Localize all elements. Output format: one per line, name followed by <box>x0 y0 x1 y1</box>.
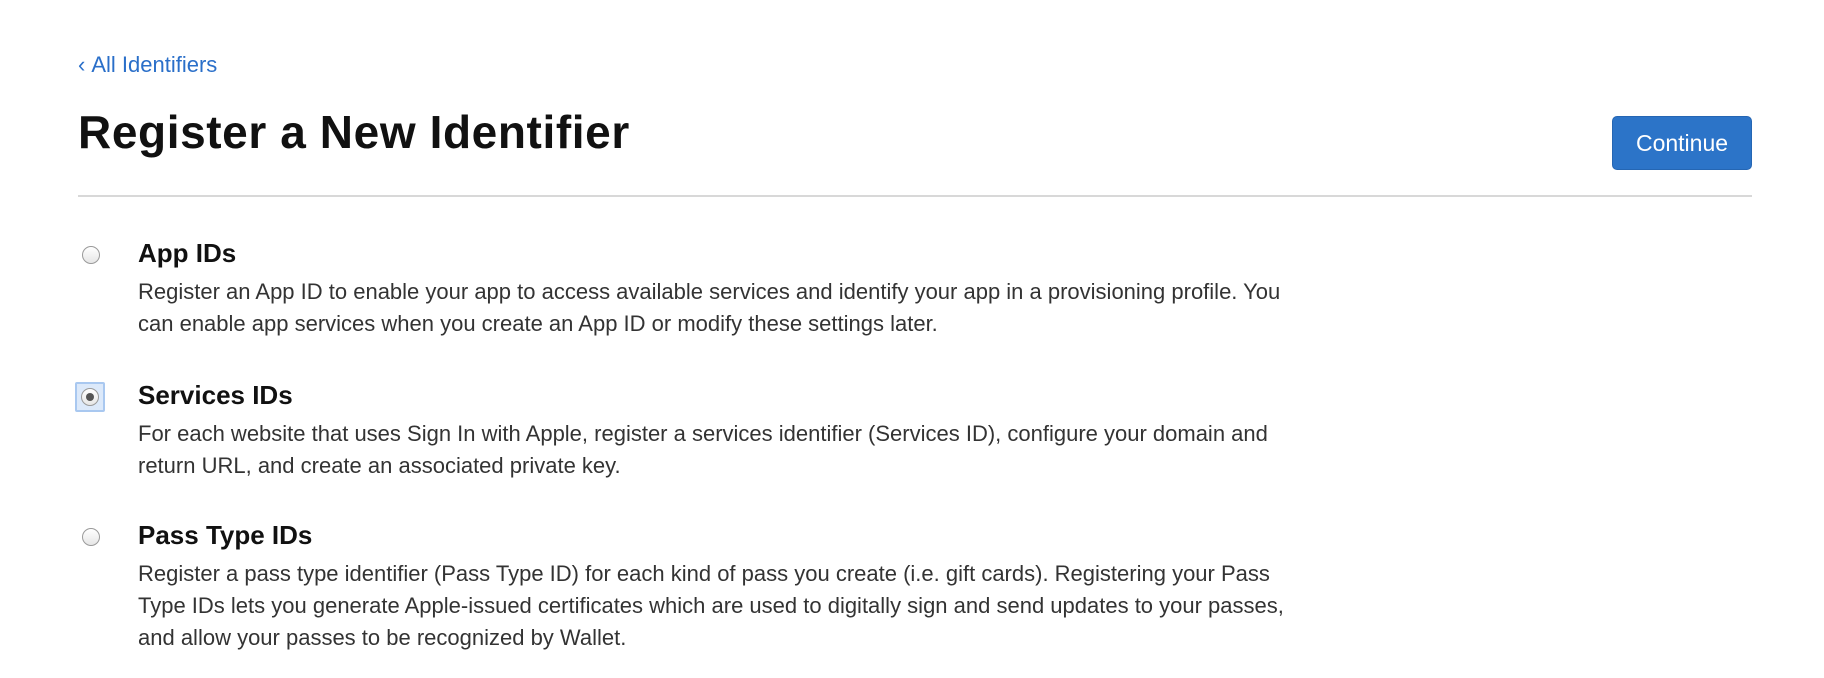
option-pass-type-ids: Pass Type IDs Register a pass type ident… <box>78 520 1378 660</box>
radio-app-ids[interactable] <box>78 242 104 268</box>
radio-unselected-icon <box>82 528 100 546</box>
back-link-label: All Identifiers <box>91 52 218 77</box>
option-services-ids: Services IDs For each website that uses … <box>75 380 1378 480</box>
continue-button[interactable]: Continue <box>1612 116 1752 170</box>
radio-services-ids[interactable] <box>75 382 105 412</box>
chevron-left-icon: ‹ <box>78 52 86 77</box>
header-divider <box>78 195 1752 197</box>
radio-pass-type-ids[interactable] <box>78 524 104 550</box>
option-title: Services IDs <box>138 380 293 410</box>
radio-unselected-icon <box>82 246 100 264</box>
radio-dot-icon <box>86 393 94 401</box>
radio-selected-icon <box>81 388 99 406</box>
option-description: Register a pass type identifier (Pass Ty… <box>138 561 1284 650</box>
back-link-all-identifiers[interactable]: ‹ All Identifiers <box>78 52 217 78</box>
option-description: Register an App ID to enable your app to… <box>138 279 1281 336</box>
option-title: Pass Type IDs <box>138 520 313 550</box>
option-app-ids: App IDs Register an App ID to enable you… <box>78 238 1378 338</box>
option-description: For each website that uses Sign In with … <box>138 421 1268 478</box>
option-title: App IDs <box>138 238 237 268</box>
page-title: Register a New Identifier <box>78 106 630 158</box>
